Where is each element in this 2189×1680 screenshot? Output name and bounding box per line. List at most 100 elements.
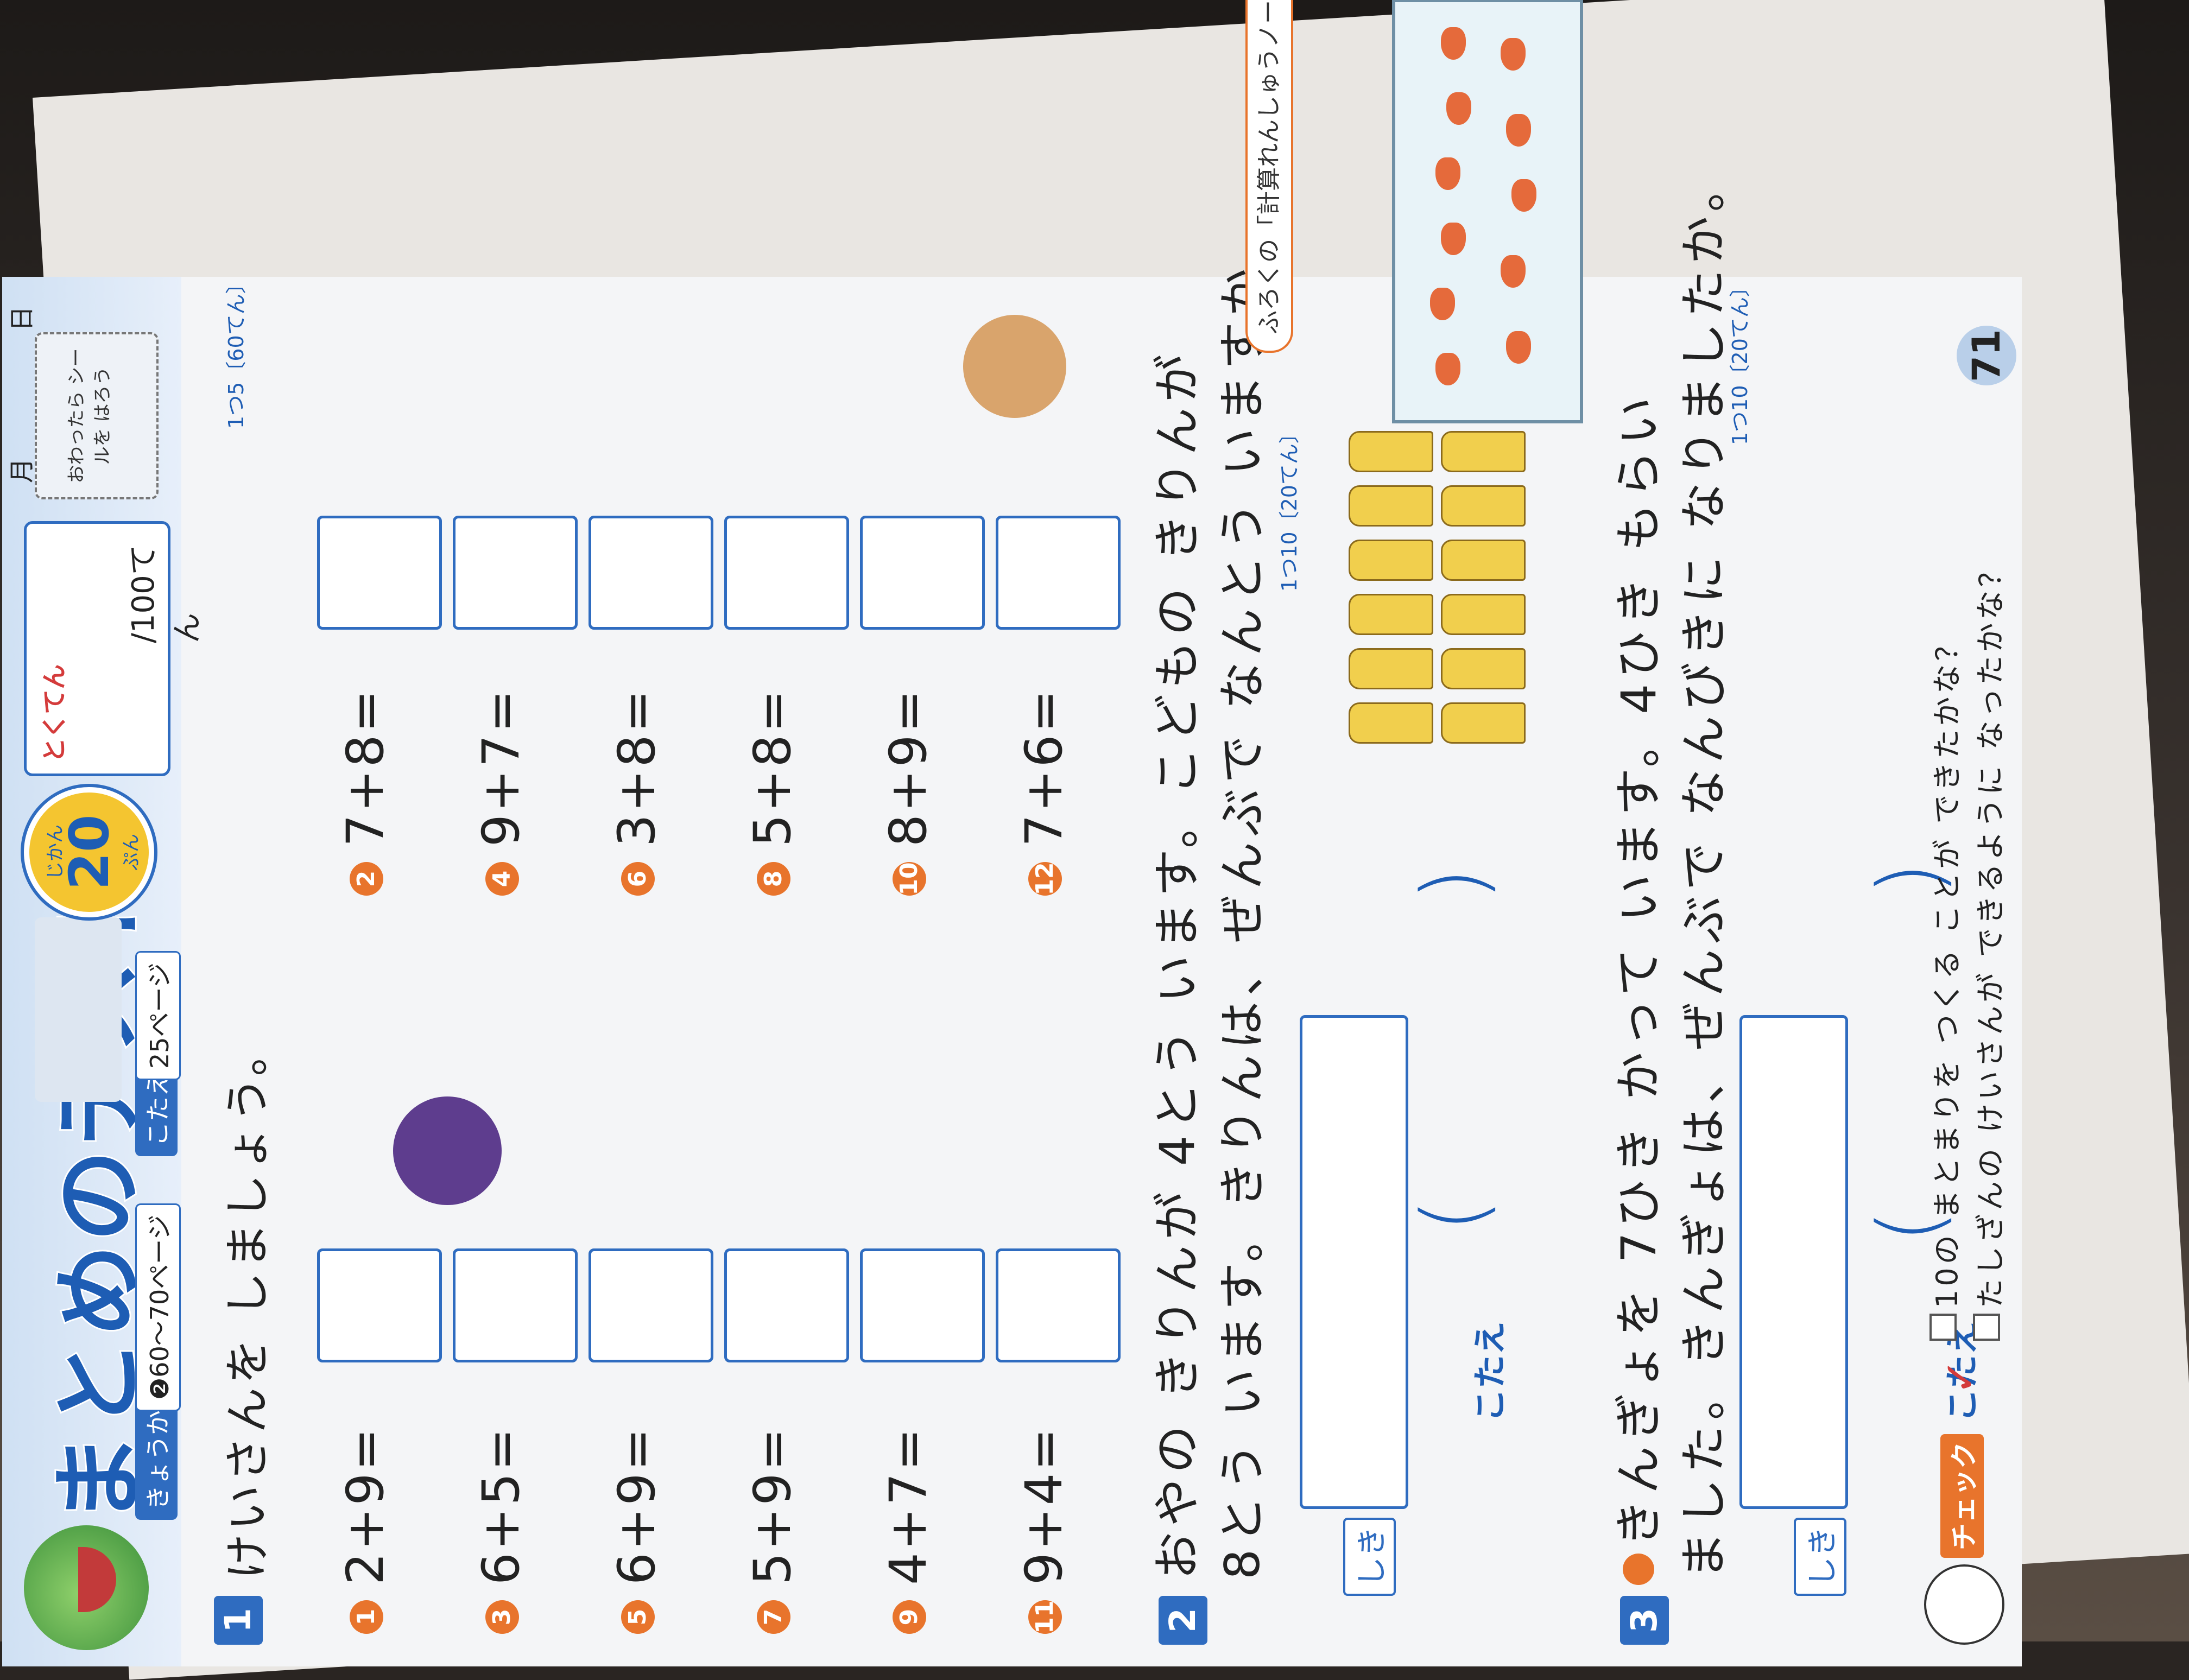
- answer-box[interactable]: [589, 1248, 713, 1362]
- answer-box[interactable]: [860, 516, 985, 630]
- frequent-badge-icon: [1623, 1554, 1654, 1585]
- answer-box[interactable]: [453, 1248, 578, 1362]
- giraffe-icon: [1441, 648, 1526, 689]
- formula-label: しき: [1343, 1518, 1396, 1596]
- problem-number: 11: [1028, 1600, 1062, 1634]
- answer-box[interactable]: [724, 516, 849, 630]
- mascot-face-icon: [1924, 1564, 2004, 1645]
- score-unit: /100てん: [126, 544, 205, 643]
- checklist-title: チェック: [1940, 1434, 1984, 1558]
- fish-tank: [1392, 0, 1583, 423]
- problem-number: 5: [621, 1600, 655, 1634]
- problem-expression: 2+9=: [336, 1425, 395, 1585]
- formula-box[interactable]: [1300, 1015, 1408, 1509]
- goldfish-icon: [1506, 114, 1531, 147]
- checkbox[interactable]: [1973, 1314, 2000, 1341]
- giraffe-icon: [1441, 485, 1526, 527]
- answer-label: こたえ: [1470, 1321, 1510, 1422]
- problem-number: 1: [350, 1600, 383, 1634]
- checkbox[interactable]: [1929, 1314, 1957, 1341]
- problem-number: 9: [893, 1600, 926, 1634]
- answer-box[interactable]: [724, 1248, 849, 1362]
- textbook-range: ❷60〜70ページ: [135, 1203, 181, 1411]
- score-label: とくてん: [40, 664, 69, 763]
- problem-expression: 9+4=: [1015, 1425, 1074, 1585]
- score-box[interactable]: とくてん /100てん: [24, 521, 205, 776]
- question-2-number: 2: [1159, 1596, 1207, 1645]
- checklist-item: 10の まとまりを つくる ことが できたかな？: [1930, 628, 1964, 1308]
- problem-expression: 9+7=: [472, 687, 531, 847]
- problem-expression: 7+8=: [336, 687, 395, 847]
- worksheet-page: まとめのテスト きょうかしょ ❷60〜70ページ こたえ 25ページ じかん 2…: [2, 0, 2022, 1666]
- answer-blank[interactable]: [1425, 917, 1501, 1189]
- goldfish-icon: [1501, 38, 1526, 71]
- problem-expression: 5+8=: [743, 687, 802, 847]
- goldfish-icon: [1430, 288, 1455, 320]
- timer-label-bottom: ぷん: [121, 834, 142, 871]
- giraffe-icon: [1441, 431, 1526, 472]
- header-blank-box: [35, 917, 122, 1102]
- supplement-note: ふろくの「計算れんしゅうノート」14〜18ページを やろう！: [1245, 0, 1293, 353]
- goldfish-icon: [1446, 92, 1471, 125]
- problem-number: 2: [350, 862, 383, 896]
- answer-box[interactable]: [996, 1248, 1121, 1362]
- problem-expression: 8+9=: [879, 687, 938, 847]
- question-3-line-1: きんぎょを 7ひき かって います。4ひき もらい: [1611, 391, 1667, 1547]
- answer-paren-close: ): [1403, 867, 1504, 901]
- sticker-text: おわったら シールを はろう: [66, 348, 113, 484]
- goldfish-icon: [1511, 179, 1536, 212]
- checkmark-icon: ✓: [1935, 1358, 1985, 1395]
- formula-label: しき: [1794, 1518, 1846, 1596]
- question-3-points: 1つ10〔20てん〕: [1728, 276, 1752, 445]
- test-header: まとめのテスト きょうかしょ ❷60〜70ページ こたえ 25ページ じかん 2…: [2, 277, 205, 1666]
- answer-box[interactable]: [317, 516, 442, 630]
- sticker-area[interactable]: おわったら シールを はろう: [35, 332, 159, 499]
- giraffe-icon: [1349, 431, 1433, 472]
- problem-number: 3: [485, 1600, 519, 1634]
- giraffe-icon: [1441, 702, 1526, 744]
- goldfish-icon: [1441, 223, 1466, 255]
- timer-minutes: 20: [58, 814, 121, 890]
- problem-expression: 6+9=: [608, 1425, 667, 1585]
- giraffe-icon: [1349, 594, 1433, 635]
- date-day: 日: [7, 306, 36, 331]
- problem-number: 8: [757, 862, 790, 896]
- goldfish-icon: [1441, 27, 1466, 60]
- checklist: チェック ✓ 10の まとまりを つくる ことが できたかな？ たしざんの けい…: [1913, 277, 2022, 1666]
- giraffe-icon: [1349, 485, 1433, 527]
- problem-expression: 7+6=: [1015, 687, 1074, 847]
- problem-number: 10: [893, 862, 926, 896]
- question-1-points: 1つ5〔60てん〕: [224, 273, 248, 429]
- giraffe-icon: [1441, 594, 1526, 635]
- date-month: 月: [7, 458, 36, 483]
- timer-icon: じかん 20 ぷん: [24, 787, 154, 917]
- question-1-instruction: けいさんを しましょう。: [221, 1027, 274, 1580]
- question-2-line-2: 8とう います。きりんは、ぜんぶで なんとう いますか。: [1214, 211, 1270, 1580]
- question-2-points: 1つ10〔20てん〕: [1277, 423, 1301, 592]
- bear-mascot-icon: [963, 315, 1066, 418]
- answer-box[interactable]: [589, 516, 713, 630]
- goldfish-icon: [1506, 331, 1531, 364]
- page-number: 71: [1957, 326, 2016, 385]
- problem-number: 7: [757, 1600, 790, 1634]
- answer-box[interactable]: [996, 516, 1121, 630]
- giraffe-icon: [1441, 540, 1526, 581]
- goldfish-icon: [1435, 157, 1460, 190]
- problem-expression: 6+5=: [472, 1425, 531, 1585]
- question-2-line-1: おやの きりんが 4とう います。こどもの きりんが: [1149, 348, 1205, 1580]
- answer-box[interactable]: [860, 1248, 985, 1362]
- goldfish-icon: [1435, 353, 1460, 385]
- answer-box[interactable]: [453, 516, 578, 630]
- problem-expression: 5+9=: [743, 1425, 802, 1585]
- giraffe-icon: [1349, 540, 1433, 581]
- formula-box[interactable]: [1739, 1015, 1848, 1509]
- question-3-number: 3: [1620, 1596, 1669, 1645]
- purple-mascot-icon: [393, 1096, 502, 1205]
- giraffe-icon: [1349, 648, 1433, 689]
- question-1-number: 1: [214, 1596, 263, 1645]
- answer-box[interactable]: [317, 1248, 442, 1362]
- checklist-item: たしざんの けいさんが できるように なったかな？: [1973, 554, 2008, 1308]
- problem-number: 6: [621, 862, 655, 896]
- problem-number: 4: [485, 862, 519, 896]
- goldfish-icon: [1501, 255, 1526, 288]
